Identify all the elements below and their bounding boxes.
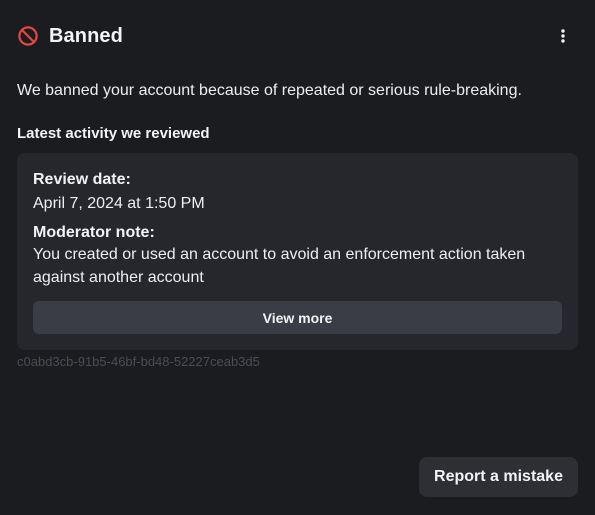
ban-description: We banned your account because of repeat… — [17, 82, 522, 99]
view-more-button[interactable]: View more — [33, 301, 562, 334]
review-date-value: April 7, 2024 at 1:50 PM — [33, 195, 205, 212]
reference-id: c0abd3cb-91b5-46bf-bd48-52227ceab3d5 — [17, 354, 260, 369]
header: Banned — [17, 22, 575, 50]
moderator-note-label: Moderator note: — [33, 224, 155, 241]
report-mistake-button[interactable]: Report a mistake — [419, 457, 578, 497]
ban-icon — [17, 25, 39, 47]
moderator-note-value: You created or used an account to avoid … — [33, 246, 526, 286]
more-options-button[interactable] — [551, 24, 575, 48]
review-date-label: Review date: — [33, 171, 131, 188]
more-vertical-icon — [561, 29, 565, 43]
page-title: Banned — [49, 24, 123, 47]
activity-card: Review date: April 7, 2024 at 1:50 PM Mo… — [17, 153, 578, 350]
section-heading: Latest activity we reviewed — [17, 125, 210, 142]
